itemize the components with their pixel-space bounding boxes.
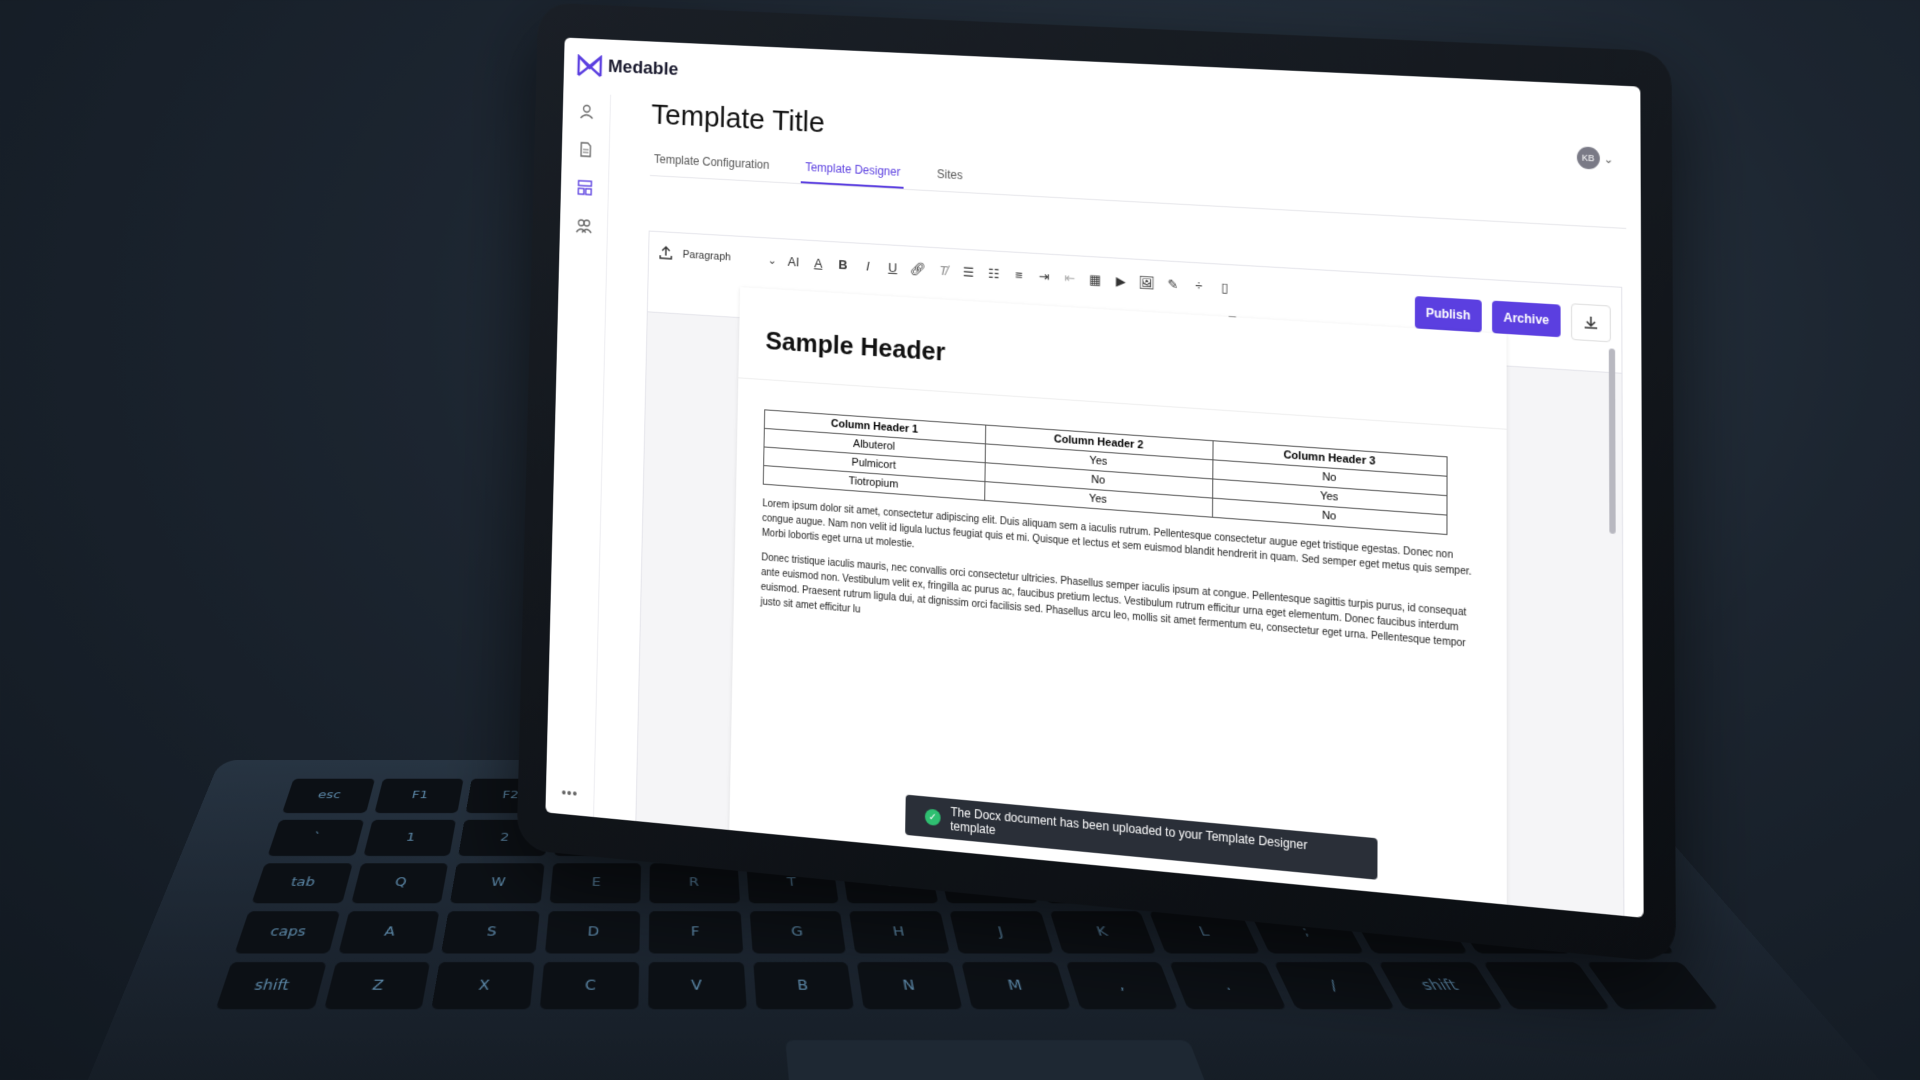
keyboard-key: ` bbox=[267, 819, 364, 857]
bold-button[interactable]: B bbox=[835, 257, 851, 272]
numbered-list-icon[interactable]: ☷ bbox=[986, 266, 1002, 283]
upload-icon[interactable] bbox=[658, 245, 673, 264]
page-break-icon[interactable]: ▯ bbox=[1217, 279, 1233, 296]
table-icon[interactable]: ▦ bbox=[1087, 271, 1103, 288]
keyboard-key: E bbox=[549, 863, 641, 904]
keyboard-key: M bbox=[961, 962, 1071, 1010]
brand-name: Medable bbox=[607, 56, 679, 80]
document-header: Sample Header bbox=[738, 323, 1507, 430]
keyboard-key: J bbox=[949, 910, 1054, 954]
keyboard-key: , bbox=[1065, 962, 1179, 1010]
paragraph-style-value: Paragraph bbox=[682, 249, 731, 264]
laptop-lid: Medable ••• Template Title KB ⌄ Template… bbox=[516, 2, 1677, 964]
archive-button[interactable]: Archive bbox=[1492, 300, 1561, 338]
font-color-button[interactable]: A bbox=[811, 256, 826, 271]
align-icon[interactable]: ≡ bbox=[1011, 267, 1027, 283]
keyboard-key: caps bbox=[234, 910, 340, 954]
trackpad bbox=[785, 1040, 1219, 1080]
check-circle-icon: ✓ bbox=[924, 808, 941, 827]
keyboard-key: / bbox=[1274, 962, 1395, 1010]
download-button[interactable] bbox=[1571, 303, 1611, 343]
template-editor: Paragraph ⌄ AI A B I U 🔗︎ T̸ ☰ ☷ ≡ ⇥ ⇤ ▦… bbox=[635, 230, 1625, 917]
keyboard-key: 1 bbox=[363, 819, 457, 857]
download-icon bbox=[1583, 314, 1600, 331]
keyboard-key: C bbox=[539, 962, 640, 1010]
italic-button[interactable]: I bbox=[860, 259, 876, 275]
keyboard-key: G bbox=[749, 910, 847, 954]
keyboard-key: shift bbox=[215, 962, 327, 1010]
divider-icon[interactable]: ÷ bbox=[1191, 278, 1207, 294]
user-icon bbox=[578, 103, 595, 121]
keyboard-key: V bbox=[647, 962, 747, 1010]
editor-scrollbar[interactable] bbox=[1608, 348, 1616, 535]
keyboard-key: F1 bbox=[374, 778, 465, 813]
bullet-list-icon[interactable]: ☰ bbox=[961, 264, 977, 281]
medable-logo-icon bbox=[577, 54, 603, 78]
keyboard-key: X bbox=[431, 962, 535, 1010]
keyboard-key: A bbox=[337, 910, 440, 954]
keyboard-key: Z bbox=[323, 962, 431, 1010]
keyboard-key: B bbox=[752, 962, 855, 1010]
users-icon bbox=[575, 217, 592, 235]
main-content: Template Title KB ⌄ Template Configurati… bbox=[594, 95, 1644, 918]
sidebar-item-user[interactable] bbox=[576, 101, 597, 123]
template-icon bbox=[576, 179, 593, 197]
keyboard-key: K bbox=[1049, 910, 1158, 954]
document-page[interactable]: Sample Header Column Header 1 Column Hea… bbox=[729, 287, 1507, 905]
chevron-down-icon: ⌄ bbox=[767, 255, 777, 268]
keyboard-key: S bbox=[441, 910, 540, 954]
keyboard-key: tab bbox=[251, 863, 353, 904]
sidebar-item-templates[interactable] bbox=[574, 177, 595, 199]
link-icon[interactable]: 🔗︎ bbox=[910, 261, 926, 278]
clear-format-icon[interactable]: T̸ bbox=[935, 263, 951, 279]
tab-template-configuration[interactable]: Template Configuration bbox=[650, 144, 773, 181]
font-size-button[interactable]: AI bbox=[786, 254, 801, 269]
keyboard-key: esc bbox=[282, 778, 375, 813]
keyboard-key: W bbox=[450, 863, 545, 904]
outdent-icon[interactable]: ⇤ bbox=[1062, 270, 1078, 287]
keyboard-key: H bbox=[849, 910, 950, 954]
keyboard-key: N bbox=[857, 962, 963, 1010]
more-icon[interactable]: ••• bbox=[561, 784, 578, 801]
keyboard-key: F bbox=[648, 910, 743, 954]
media-icon[interactable]: ▶ bbox=[1113, 273, 1129, 290]
document-icon bbox=[577, 141, 594, 159]
brand[interactable]: Medable bbox=[577, 54, 679, 82]
keyboard-key bbox=[1587, 962, 1720, 1010]
user-menu[interactable]: KB ⌄ bbox=[1576, 146, 1614, 170]
paragraph-style-select[interactable]: Paragraph ⌄ bbox=[683, 249, 777, 267]
tab-sites[interactable]: Sites bbox=[933, 159, 967, 192]
underline-button[interactable]: U bbox=[885, 260, 901, 276]
tab-template-designer[interactable]: Template Designer bbox=[801, 152, 905, 189]
avatar[interactable]: KB bbox=[1576, 146, 1600, 170]
highlight-icon[interactable]: ✎ bbox=[1165, 276, 1181, 293]
laptop-screen: Medable ••• Template Title KB ⌄ Template… bbox=[545, 37, 1644, 918]
keyboard-key: shift bbox=[1378, 962, 1503, 1010]
chevron-down-icon: ⌄ bbox=[1603, 153, 1614, 166]
sidebar-item-documents[interactable] bbox=[575, 139, 596, 161]
keyboard-key: . bbox=[1169, 962, 1287, 1010]
sidebar-item-users[interactable] bbox=[573, 215, 594, 237]
keyboard-key: Q bbox=[350, 863, 449, 904]
keyboard-key: D bbox=[545, 910, 640, 954]
image-icon[interactable]: 🖼︎ bbox=[1139, 274, 1155, 291]
publish-button[interactable]: Publish bbox=[1414, 296, 1482, 333]
indent-icon[interactable]: ⇥ bbox=[1036, 268, 1052, 285]
